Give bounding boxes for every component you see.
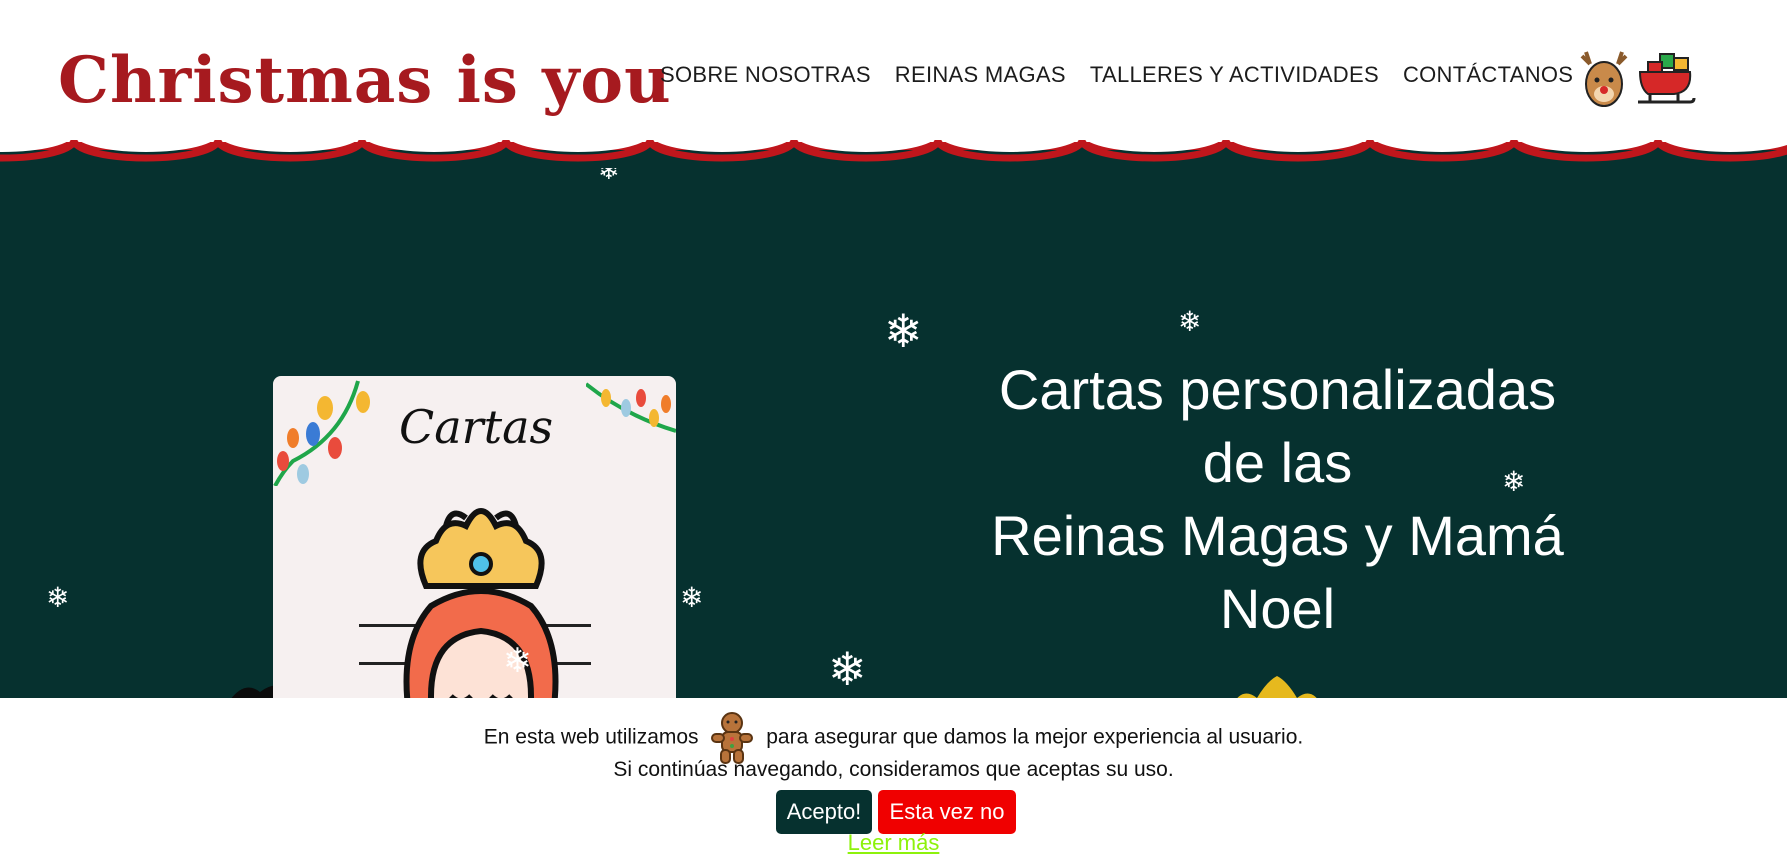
- read-more-link[interactable]: Leer más: [0, 830, 1787, 856]
- cookie-banner: En esta web utilizamos para asegurar que…: [0, 698, 1787, 866]
- snowflake-icon: ❄: [884, 304, 923, 358]
- card-label: Cartas: [399, 400, 554, 454]
- logo-text: Christmas is you: [58, 43, 672, 118]
- reindeer-icon[interactable]: [1574, 46, 1634, 110]
- snowflake-icon: ❄: [46, 581, 70, 614]
- sleigh-icon[interactable]: [1634, 48, 1696, 110]
- snowflake-icon: ❄: [680, 581, 704, 614]
- hero-section: ❄ ❄ ❄ ❄ ❄ ❄ ❄ Cartas personalizadas de l…: [0, 158, 1787, 706]
- nav-icons: [1574, 46, 1696, 110]
- hero-title-line: Cartas personalizadas: [998, 358, 1557, 421]
- accept-cookies-button[interactable]: Acepto!: [776, 790, 872, 834]
- hero-title: Cartas personalizadas de las Reinas Maga…: [945, 353, 1610, 645]
- hero-title-line: de las: [1202, 431, 1353, 494]
- decline-cookies-button[interactable]: Esta vez no: [878, 790, 1016, 834]
- hero-title-line: Reinas Magas y Mamá: [991, 504, 1564, 567]
- string-lights-icon: [586, 382, 676, 433]
- snowflake-icon: ❄: [1178, 305, 1202, 338]
- hero-title-line: Noel: [1219, 577, 1336, 640]
- snowflake-icon: ❄: [503, 641, 532, 681]
- cookie-text-before: En esta web utilizamos: [483, 725, 699, 749]
- site-logo[interactable]: Christmas is you: [58, 30, 671, 135]
- main-nav: SOBRE NOSOTRAS REINAS MAGAS TALLERES Y A…: [660, 55, 1573, 95]
- cookie-message-line2: Si continúas navegando, consideramos que…: [613, 758, 1174, 781]
- cookie-text-after: para asegurar que damos la mejor experie…: [766, 725, 1304, 749]
- nav-item-talleres-actividades[interactable]: TALLERES Y ACTIVIDADES: [1090, 62, 1379, 88]
- letter-card-image: Cartas ❄: [273, 376, 676, 716]
- queen-illustration-icon: [403, 508, 559, 716]
- string-lights-icon: [273, 380, 370, 486]
- nav-item-contactanos[interactable]: CONTÁCTANOS: [1403, 62, 1573, 88]
- nav-item-sobre-nosotras[interactable]: SOBRE NOSOTRAS: [660, 62, 871, 88]
- cookie-message-line1: En esta web utilizamos para asegurar que…: [0, 712, 1787, 764]
- gingerbread-cookie-icon: [711, 712, 754, 764]
- snowflake-icon: ❄: [828, 642, 867, 696]
- nav-item-reinas-magas[interactable]: REINAS MAGAS: [895, 62, 1066, 88]
- site-header: Christmas is you SOBRE NOSOTRAS REINAS M…: [0, 0, 1787, 168]
